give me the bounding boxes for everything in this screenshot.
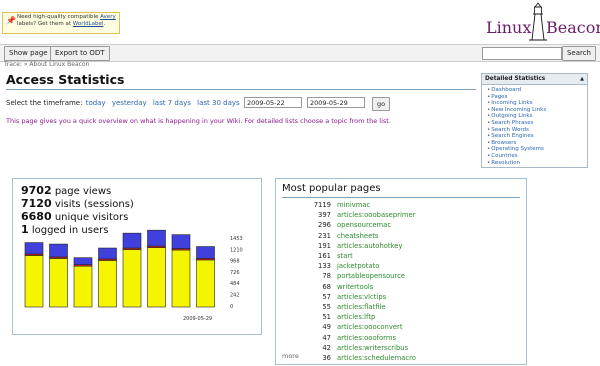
bar-segment xyxy=(122,232,142,249)
ds-link-outgoing-links[interactable]: Outgoing Links xyxy=(487,113,587,120)
toolbar: Show page Export to ODT Search xyxy=(0,44,600,62)
bar-segment xyxy=(24,255,44,308)
show-page-button[interactable]: Show page xyxy=(4,46,53,61)
logo-word-1: Linux xyxy=(486,18,532,37)
search-button[interactable]: Search xyxy=(561,46,596,61)
intro-text: This page gives you a quick overview on … xyxy=(6,117,391,125)
more-link[interactable]: more xyxy=(282,352,299,360)
ad-banner[interactable]: 📌 Need high-quality compatible Avery lab… xyxy=(2,12,120,34)
ds-link-resolution[interactable]: Resolution xyxy=(487,160,587,167)
ad-link[interactable]: WorldLabel xyxy=(73,21,104,27)
detailed-statistics-title: Detailed Statistics xyxy=(485,76,546,82)
y-tick-label: 484 xyxy=(230,281,240,287)
ds-link-operating-systems[interactable]: Operating Systems xyxy=(487,146,587,153)
page-link[interactable]: articles:schedulemacro xyxy=(337,353,416,364)
ds-link-dashboard[interactable]: Dashboard xyxy=(487,87,587,94)
bar-segment xyxy=(49,243,68,258)
ds-link-search-engines[interactable]: Search Engines xyxy=(487,133,587,140)
y-tick-label: 0 xyxy=(230,304,233,310)
y-tick-label: 968 xyxy=(230,259,240,265)
detailed-statistics-panel: Detailed Statistics ▲ Dashboard Pages In… xyxy=(481,73,588,168)
logo-word-2: Beacon xyxy=(546,18,600,37)
bar-segment xyxy=(49,258,68,308)
pin-icon: 📌 xyxy=(6,16,16,25)
go-button[interactable]: go xyxy=(372,97,390,111)
timeframe-last-30-days[interactable]: last 30 days xyxy=(197,99,240,107)
ds-link-search-phrases[interactable]: Search Phrases xyxy=(487,120,587,127)
popular-pages-title: Most popular pages xyxy=(282,183,381,194)
page-title: Access Statistics xyxy=(6,72,125,87)
popular-pages-divider xyxy=(282,197,520,198)
bar-segment xyxy=(196,259,215,308)
detailed-statistics-list: Dashboard Pages Incoming Links New Incom… xyxy=(487,87,587,166)
bar-segment xyxy=(147,247,166,308)
timeframe-selector: Select the timeframe: today yesterday la… xyxy=(6,96,240,110)
y-tick-label: 242 xyxy=(230,293,240,299)
timeframe-yesterday[interactable]: yesterday xyxy=(112,99,147,107)
ds-link-search-words[interactable]: Search Words xyxy=(487,127,587,134)
bar-segment xyxy=(98,260,117,308)
bar-segment xyxy=(147,229,166,247)
detailed-statistics-header[interactable]: Detailed Statistics ▲ xyxy=(482,74,587,85)
daily-traffic-chart: 1453 1210 968 726 484 242 0 2009-05-29 xyxy=(24,229,243,322)
ds-link-new-incoming-links[interactable]: New Incoming Links xyxy=(487,107,587,114)
ad-text-1: Need high-quality compatible xyxy=(17,14,99,20)
lighthouse-icon xyxy=(529,2,547,41)
y-tick-label: 1210 xyxy=(230,247,243,253)
breadcrumb: Trace: » About Linux Beacon xyxy=(4,61,90,68)
collapse-icon[interactable]: ▲ xyxy=(580,74,584,84)
search-input[interactable] xyxy=(482,47,562,60)
timeframe-last-7-days[interactable]: last 7 days xyxy=(153,99,191,107)
site-logo[interactable]: Linux Beacon xyxy=(486,2,600,42)
title-divider xyxy=(6,89,476,90)
page-hit-count: 36 xyxy=(322,354,331,362)
ds-link-browsers[interactable]: Browsers xyxy=(487,140,587,147)
bar-segment xyxy=(196,246,215,259)
timeframe-today[interactable]: today xyxy=(86,99,106,107)
popular-pages-panel: Most popular pages 7119 minivmac 397 articl… xyxy=(275,178,527,365)
bar-segment xyxy=(73,257,93,265)
ad-text-2: labels? Get them at xyxy=(17,21,72,27)
bar-segment xyxy=(171,234,191,249)
bar-segment xyxy=(98,247,117,260)
export-odt-button[interactable]: Export to ODT xyxy=(50,46,110,61)
ds-link-pages[interactable]: Pages xyxy=(487,94,587,101)
timeframe-label: Select the timeframe: xyxy=(6,99,83,107)
x-axis-label: 2009-05-29 xyxy=(183,316,212,322)
bar-segment xyxy=(122,249,142,308)
y-tick-label: 1453 xyxy=(230,236,243,242)
bar-segment xyxy=(24,242,44,255)
ad-brand-link[interactable]: Avery xyxy=(100,14,116,20)
ds-link-incoming-links[interactable]: Incoming Links xyxy=(487,100,587,107)
ds-link-countries[interactable]: Countries xyxy=(487,153,587,160)
bar-segment xyxy=(73,265,93,308)
list-item: 36 articles:schedulemacro xyxy=(276,353,526,364)
summary-panel: 9702 page views 7120 visits (sessions) 6… xyxy=(12,178,262,335)
date-to-input[interactable]: 2009-05-29 xyxy=(307,97,365,108)
date-from-input[interactable]: 2009-05-22 xyxy=(244,97,302,108)
bar-segment xyxy=(171,249,191,308)
y-tick-label: 726 xyxy=(230,270,240,276)
